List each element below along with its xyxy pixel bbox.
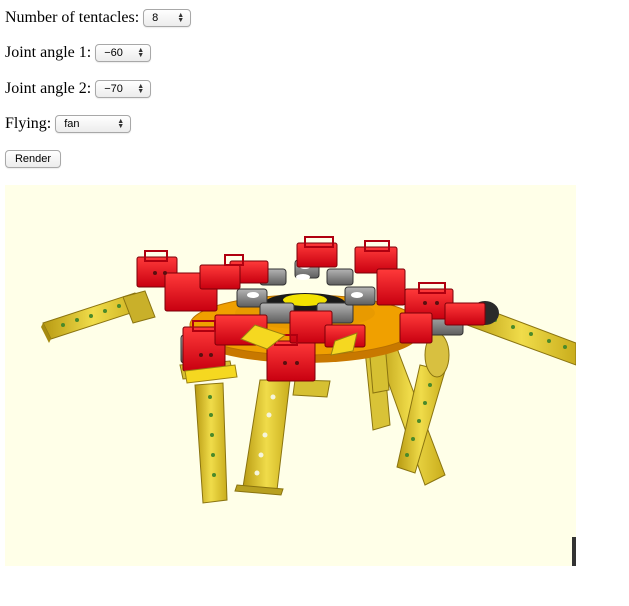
joint2-label: Joint angle 2: (5, 80, 92, 97)
select-arrows-icon: ▲ ▼ (137, 83, 145, 95)
tentacle-front-center (234, 379, 291, 496)
select-arrows-icon: ▲ ▼ (137, 47, 145, 59)
tentacle-left (41, 290, 156, 343)
tentacles-label: Number of tentacles: (5, 9, 140, 26)
render-viewport[interactable] (5, 185, 576, 566)
joint2-row: Joint angle 2: −70 ▲ ▼ (5, 78, 152, 100)
select-arrows-icon: ▲ ▼ (117, 118, 125, 130)
tentacles-select[interactable]: 8 ▲ ▼ (143, 9, 192, 27)
tentacles-value: 8 (152, 12, 159, 24)
joint1-select[interactable]: −60 ▲ ▼ (95, 44, 152, 62)
flying-select[interactable]: fan ▲ ▼ (55, 115, 132, 133)
joint1-label: Joint angle 1: (5, 44, 92, 61)
joint2-select[interactable]: −70 ▲ ▼ (95, 80, 152, 98)
flying-value: fan (64, 118, 80, 130)
render-button[interactable]: Render (5, 150, 61, 168)
tentacles-row: Number of tentacles: 8 ▲ ▼ (5, 7, 192, 29)
joint1-value: −60 (104, 47, 123, 59)
joint1-row: Joint angle 1: −60 ▲ ▼ (5, 42, 152, 64)
flying-row: Flying: fan ▲ ▼ (5, 113, 132, 135)
tentacle-front-left (194, 382, 228, 504)
joint2-value: −70 (104, 83, 123, 95)
robot-render-image (41, 236, 576, 566)
select-arrows-icon: ▲ ▼ (177, 12, 185, 24)
flying-label: Flying: (5, 115, 52, 132)
edge-artifact (572, 537, 576, 566)
